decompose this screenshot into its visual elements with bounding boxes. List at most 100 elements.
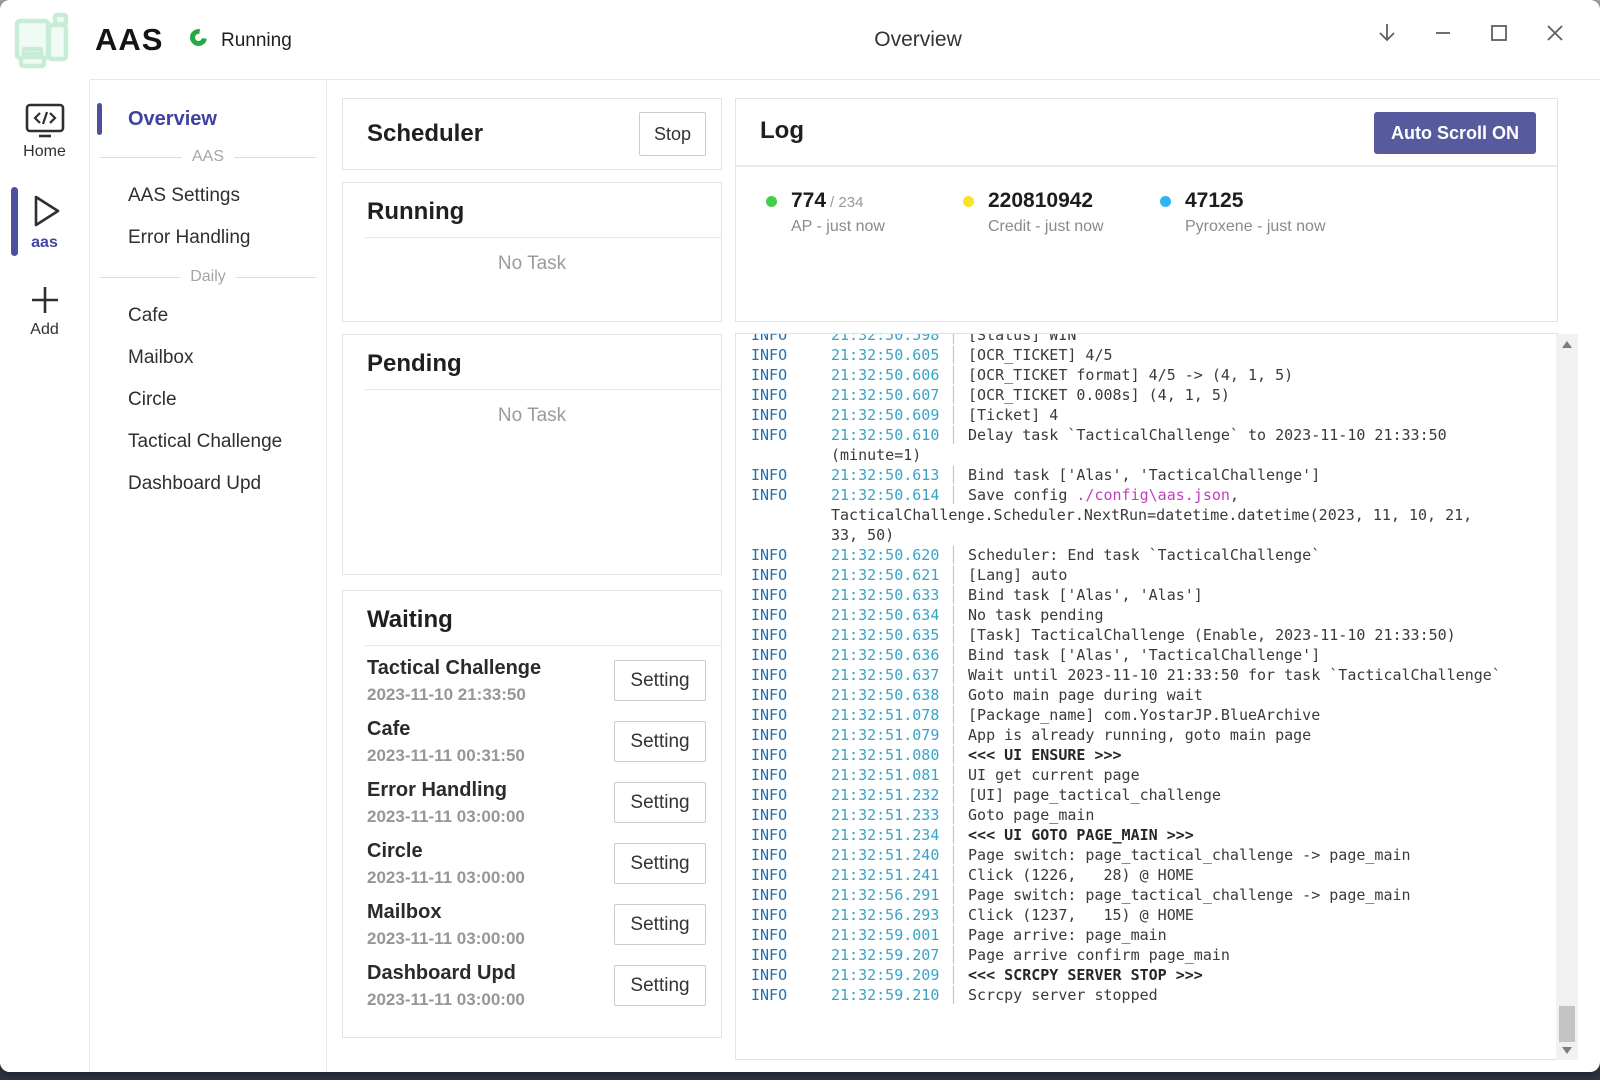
log-timestamp: 21:32:59.209 — [831, 965, 943, 985]
resource-stat: 774/ 234AP - just now — [766, 189, 963, 236]
waiting-task-time: 2023-11-11 03:00:00 — [367, 807, 525, 827]
log-title: Log — [760, 117, 804, 145]
log-line: INFO21:32:51.081│UI get current page — [751, 765, 1557, 785]
minimize-icon[interactable] — [1428, 18, 1458, 48]
log-level: INFO — [751, 745, 831, 765]
sidebar-section-label: AAS — [192, 148, 224, 166]
plus-icon — [27, 282, 63, 318]
rail-item-add[interactable]: Add — [0, 274, 89, 347]
log-pipe: │ — [943, 366, 968, 384]
log-line: INFO21:32:50.620│Scheduler: End task `Ta… — [751, 545, 1557, 565]
log-timestamp: 21:32:50.633 — [831, 585, 943, 605]
log-line: INFO21:32:50.610│Delay task `TacticalCha… — [751, 425, 1557, 445]
log-message: [Ticket] 4 — [968, 406, 1058, 424]
log-line: INFO21:32:56.293│Click (1237, 15) @ HOME — [751, 905, 1557, 925]
log-timestamp: 21:32:50.605 — [831, 345, 943, 365]
sidebar-item-aas-settings[interactable]: AAS Settings — [90, 175, 326, 217]
resource-stat: 220810942Credit - just now — [963, 189, 1160, 236]
sidebar-item-tactical-challenge[interactable]: Tactical Challenge — [90, 421, 326, 463]
stop-button[interactable]: Stop — [639, 112, 706, 156]
log-timestamp: 21:32:50.606 — [831, 365, 943, 385]
app-logo-icon — [9, 8, 73, 72]
sidebar-item-cafe[interactable]: Cafe — [90, 295, 326, 337]
setting-button[interactable]: Setting — [614, 843, 706, 884]
rail-item-label: aas — [31, 234, 58, 252]
log-line: INFO21:32:50.607│[OCR_TICKET 0.008s] (4,… — [751, 385, 1557, 405]
log-pipe: │ — [943, 886, 968, 904]
log-message: [Package_name] com.YostarJP.BlueArchive — [968, 706, 1320, 724]
log-level: INFO — [751, 465, 831, 485]
log-scrollbar[interactable] — [1556, 334, 1578, 1060]
setting-button[interactable]: Setting — [614, 904, 706, 945]
sidebar-item-error-handling[interactable]: Error Handling — [90, 217, 326, 259]
setting-button[interactable]: Setting — [614, 965, 706, 1006]
left-rail: Home aas Add — [0, 80, 90, 1072]
log-pipe: │ — [943, 346, 968, 364]
log-pipe: │ — [943, 746, 968, 764]
log-line: INFO21:32:50.614│Save config ./config\aa… — [751, 485, 1557, 505]
log-line: INFO21:32:59.001│Page arrive: page_main — [751, 925, 1557, 945]
log-message: Page switch: page_tactical_challenge -> … — [968, 886, 1411, 904]
log-timestamp: 21:32:51.241 — [831, 865, 943, 885]
log-console[interactable]: INFO21:32:50.598│[Status] WININFO21:32:5… — [735, 333, 1558, 1060]
log-timestamp: 21:32:51.079 — [831, 725, 943, 745]
log-timestamp: 21:32:51.233 — [831, 805, 943, 825]
scrollbar-thumb[interactable] — [1559, 1006, 1575, 1042]
log-pipe: │ — [943, 826, 968, 844]
log-pipe: │ — [943, 686, 968, 704]
log-line: INFO21:32:50.636│Bind task ['Alas', 'Tac… — [751, 645, 1557, 665]
log-level: INFO — [751, 725, 831, 745]
log-level: INFO — [751, 405, 831, 425]
waiting-task-row: Mailbox2023-11-11 03:00:00 Setting — [367, 894, 706, 955]
sidebar-section-aas: AAS — [90, 139, 326, 175]
log-card: Log Auto Scroll ON 774/ 234AP - just now… — [735, 98, 1558, 322]
log-line: INFO21:32:50.609│[Ticket] 4 — [751, 405, 1557, 425]
sidebar-item-dashboard-upd[interactable]: Dashboard Upd — [90, 463, 326, 505]
log-pipe: │ — [943, 986, 968, 1004]
sidebar-item-overview[interactable]: Overview — [90, 99, 326, 139]
sidebar-item-circle[interactable]: Circle — [90, 379, 326, 421]
log-message: (minute=1) — [831, 446, 921, 464]
waiting-task-info: Dashboard Upd2023-11-11 03:00:00 — [367, 962, 525, 1010]
log-message: Goto page_main — [968, 806, 1094, 824]
waiting-task-name: Mailbox — [367, 901, 525, 924]
log-pipe: │ — [943, 806, 968, 824]
scrollbar-up-icon[interactable] — [1556, 336, 1578, 352]
log-line: INFO21:32:50.606│[OCR_TICKET format] 4/5… — [751, 365, 1557, 385]
stat-suffix: / 234 — [830, 194, 863, 211]
log-timestamp: 21:32:50.610 — [831, 425, 943, 445]
log-level: INFO — [751, 825, 831, 845]
rail-item-aas[interactable]: aas — [0, 183, 89, 260]
log-line: INFO21:32:50.613│Bind task ['Alas', 'Tac… — [751, 465, 1557, 485]
waiting-task-name: Error Handling — [367, 779, 525, 802]
scrollbar-down-icon[interactable] — [1556, 1042, 1578, 1058]
log-timestamp: 21:32:50.634 — [831, 605, 943, 625]
auto-scroll-button[interactable]: Auto Scroll ON — [1374, 112, 1536, 154]
close-icon[interactable] — [1540, 18, 1570, 48]
log-level: INFO — [751, 565, 831, 585]
rail-item-home[interactable]: Home — [0, 94, 89, 169]
waiting-task-row: Tactical Challenge2023-11-10 21:33:50Set… — [367, 650, 706, 711]
log-message: TacticalChallenge.Scheduler.NextRun=date… — [831, 506, 1472, 524]
app-title: AAS — [95, 22, 163, 58]
waiting-task-info: Mailbox2023-11-11 03:00:00 — [367, 901, 525, 949]
setting-button[interactable]: Setting — [614, 660, 706, 701]
pending-empty-text: No Task — [343, 405, 721, 427]
log-pipe: │ — [943, 486, 968, 504]
log-timestamp: 21:32:50.613 — [831, 465, 943, 485]
setting-button[interactable]: Setting — [614, 721, 706, 762]
log-level: INFO — [751, 765, 831, 785]
resource-stats: 774/ 234AP - just now 220810942Credit - j… — [736, 167, 1557, 236]
waiting-task-row: Cafe2023-11-11 00:31:50Setting — [367, 711, 706, 772]
collapse-arrow-icon[interactable] — [1372, 18, 1402, 48]
log-timestamp: 21:32:51.078 — [831, 705, 943, 725]
log-level: INFO — [751, 345, 831, 365]
log-level: INFO — [751, 885, 831, 905]
log-level: INFO — [751, 925, 831, 945]
setting-button[interactable]: Setting — [614, 782, 706, 823]
log-level: INFO — [751, 605, 831, 625]
log-level: INFO — [751, 485, 831, 505]
sidebar-item-mailbox[interactable]: Mailbox — [90, 337, 326, 379]
maximize-icon[interactable] — [1484, 18, 1514, 48]
stat-body: 220810942Credit - just now — [988, 189, 1104, 236]
